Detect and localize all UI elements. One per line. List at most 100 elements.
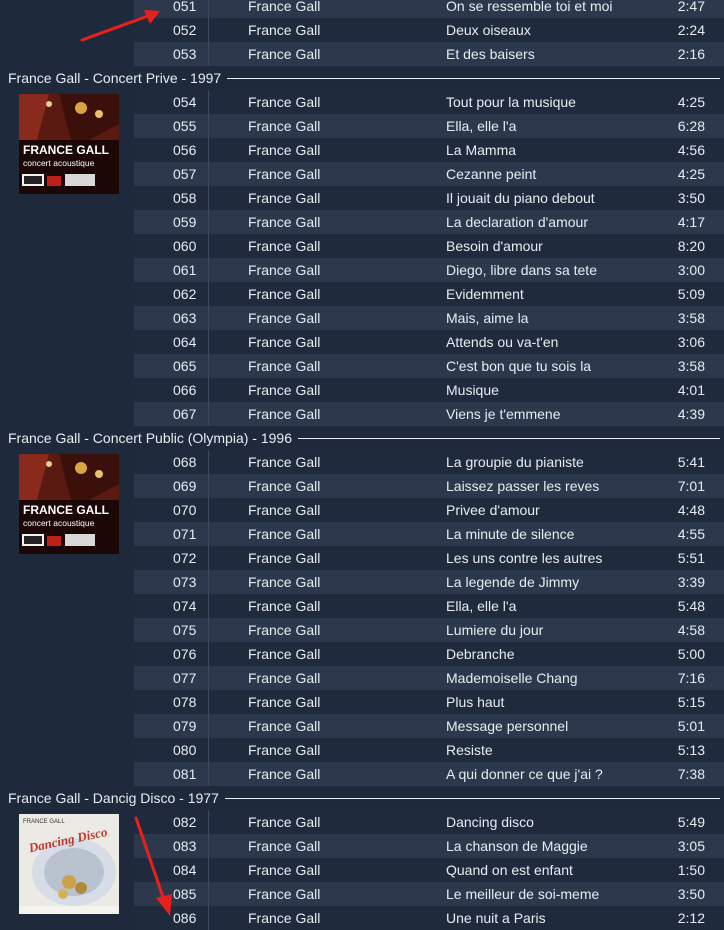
album-art-title: FRANCE GALL: [23, 143, 109, 157]
album-art-column: [0, 762, 134, 786]
track-artist: France Gall: [248, 190, 321, 206]
album-art-column: [0, 234, 134, 258]
track-title: Ella, elle l'a: [446, 118, 517, 134]
track-artist: France Gall: [248, 142, 321, 158]
track-row[interactable]: 078 France Gall Plus haut 5:15: [0, 690, 724, 714]
album-group-tracks: 054 France Gall Tout pour la musique 4:25 05…: [0, 90, 724, 426]
track-artist: France Gall: [248, 598, 321, 614]
track-number: 079: [173, 718, 197, 734]
track-number: 074: [173, 598, 197, 614]
column-separator: [208, 354, 209, 378]
track-number: 055: [173, 118, 197, 134]
track-row[interactable]: 061 France Gall Diego, libre dans sa tete 3…: [0, 258, 724, 282]
track-title: Plus haut: [446, 694, 505, 710]
album-art[interactable]: FRANCE GALL Dancing Disco: [19, 814, 119, 914]
album-art-subtitle: concert acoustique: [23, 158, 95, 168]
track-title: Lumiere du jour: [446, 622, 544, 638]
track-row[interactable]: 063 France Gall Mais, aime la 3:58: [0, 306, 724, 330]
track-row[interactable]: 075 France Gall Lumiere du jour 4:58: [0, 618, 724, 642]
track-duration: 4:17: [677, 214, 705, 230]
track-row[interactable]: 060 France Gall Besoin d'amour 8:20: [0, 234, 724, 258]
track-duration: 5:49: [677, 814, 705, 830]
album-art[interactable]: FRANCE GALL concert acoustique: [19, 94, 119, 194]
track-duration: 3:50: [677, 886, 705, 902]
track-row[interactable]: 065 France Gall C'est bon que tu sois la 3:…: [0, 354, 724, 378]
track-row[interactable]: 051 France Gall On se ressemble toi et moi…: [0, 0, 724, 18]
track-artist: France Gall: [248, 886, 321, 902]
track-artist: France Gall: [248, 766, 321, 782]
track-artist: France Gall: [248, 502, 321, 518]
track-row[interactable]: 062 France Gall Evidemment 5:09: [0, 282, 724, 306]
track-number: 064: [173, 334, 197, 350]
album-group-header[interactable]: France Gall - Dancig Disco - 1977: [0, 786, 724, 810]
track-number: 070: [173, 502, 197, 518]
album-art-column: [0, 714, 134, 738]
album-group-title: France Gall - Dancig Disco - 1977: [8, 786, 225, 810]
album-group-tracks: 051 France Gall On se ressemble toi et moi…: [0, 0, 724, 66]
track-number: 061: [173, 262, 197, 278]
track-row[interactable]: 064 France Gall Attends ou va-t'en 3:06: [0, 330, 724, 354]
column-separator: [208, 330, 209, 354]
track-artist: France Gall: [248, 550, 321, 566]
track-artist: France Gall: [248, 574, 321, 590]
track-artist: France Gall: [248, 406, 321, 422]
track-row[interactable]: 053 France Gall Et des baisers 2:16: [0, 42, 724, 66]
track-number: 078: [173, 694, 197, 710]
track-row[interactable]: 081 France Gall A qui donner ce que j'ai ?…: [0, 762, 724, 786]
track-title: Tout pour la musique: [446, 94, 576, 110]
track-title: Quand on est enfant: [446, 862, 573, 878]
track-duration: 4:25: [677, 166, 705, 182]
track-title: Evidemment: [446, 286, 524, 302]
track-duration: 2:12: [677, 910, 705, 926]
track-artist: France Gall: [248, 382, 321, 398]
album-group-header[interactable]: France Gall - Concert Public (Olympia) -…: [0, 426, 724, 450]
track-duration: 4:56: [677, 142, 705, 158]
track-title: Resiste: [446, 742, 493, 758]
track-title: Laissez passer les reves: [446, 478, 600, 494]
column-separator: [208, 90, 209, 114]
column-separator: [208, 762, 209, 786]
column-separator: [208, 18, 209, 42]
track-duration: 5:15: [677, 694, 705, 710]
track-duration: 4:39: [677, 406, 705, 422]
track-title: Il jouait du piano debout: [446, 190, 595, 206]
track-artist: France Gall: [248, 166, 321, 182]
track-duration: 3:58: [677, 310, 705, 326]
track-number: 084: [173, 862, 197, 878]
album-art-column: [0, 690, 134, 714]
track-number: 073: [173, 574, 197, 590]
track-number: 075: [173, 622, 197, 638]
album-art-column: [0, 354, 134, 378]
album-group-tracks: 082 France Gall Dancing disco 5:49 083 France…: [0, 810, 724, 930]
track-artist: France Gall: [248, 838, 321, 854]
track-title: Cezanne peint: [446, 166, 537, 182]
track-number: 071: [173, 526, 197, 542]
track-artist: France Gall: [248, 742, 321, 758]
track-artist: France Gall: [248, 478, 321, 494]
album-art[interactable]: FRANCE GALL concert acoustique: [19, 454, 119, 554]
track-number: 051: [173, 0, 197, 14]
track-artist: France Gall: [248, 118, 321, 134]
album-group-header[interactable]: France Gall - Concert Prive - 1997: [0, 66, 724, 90]
track-row[interactable]: 066 France Gall Musique 4:01: [0, 378, 724, 402]
track-title: Privee d'amour: [446, 502, 540, 518]
column-separator: [208, 378, 209, 402]
track-duration: 5:51: [677, 550, 705, 566]
track-row[interactable]: 076 France Gall Debranche 5:00: [0, 642, 724, 666]
album-art-column: [0, 738, 134, 762]
column-separator: [208, 546, 209, 570]
track-title: La declaration d'amour: [446, 214, 588, 230]
track-row[interactable]: 073 France Gall La legende de Jimmy 3:39: [0, 570, 724, 594]
track-row[interactable]: 059 France Gall La declaration d'amour 4:17: [0, 210, 724, 234]
playlist-view[interactable]: 051 France Gall On se ressemble toi et moi…: [0, 0, 724, 930]
album-art-column: [0, 0, 134, 18]
track-row[interactable]: 080 France Gall Resiste 5:13: [0, 738, 724, 762]
column-separator: [208, 690, 209, 714]
track-row[interactable]: 067 France Gall Viens je t'emmene 4:39: [0, 402, 724, 426]
track-row[interactable]: 052 France Gall Deux oiseaux 2:24: [0, 18, 724, 42]
track-duration: 4:01: [677, 382, 705, 398]
track-row[interactable]: 079 France Gall Message personnel 5:01: [0, 714, 724, 738]
column-separator: [208, 594, 209, 618]
track-row[interactable]: 077 France Gall Mademoiselle Chang 7:16: [0, 666, 724, 690]
track-row[interactable]: 074 France Gall Ella, elle l'a 5:48: [0, 594, 724, 618]
